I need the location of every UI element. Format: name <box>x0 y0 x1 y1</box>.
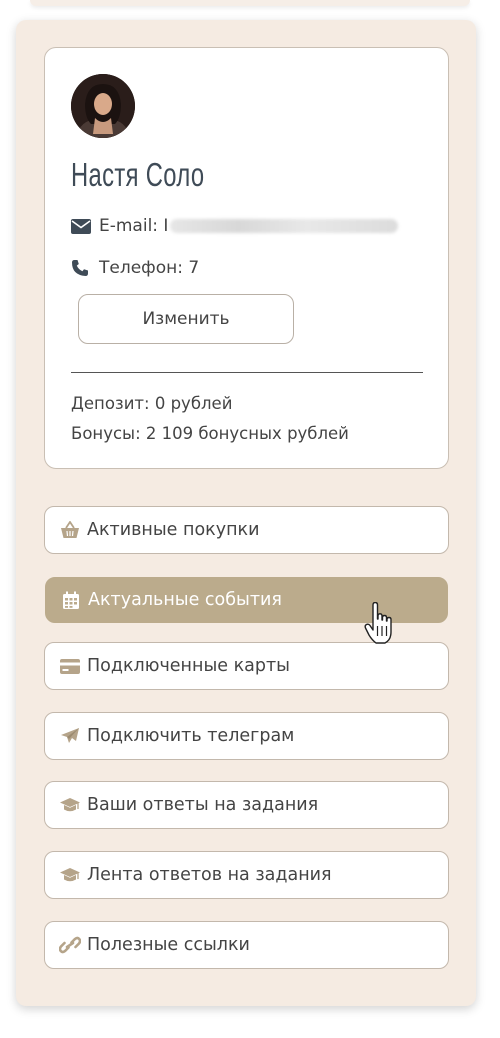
email-row: E-mail: I <box>71 216 399 236</box>
menu-item-your-answers[interactable]: Ваши ответы на задания <box>44 781 449 829</box>
phone-icon <box>71 259 93 277</box>
link-icon <box>59 935 81 955</box>
calendar-icon <box>60 590 82 610</box>
graduation-cap-icon <box>59 865 81 885</box>
email-label: E-mail: I <box>99 216 169 236</box>
graduation-cap-icon <box>59 795 81 815</box>
divider <box>71 372 423 373</box>
menu-item-label: Активные покупки <box>87 520 260 540</box>
menu-item-label: Подключить телеграм <box>87 726 295 746</box>
menu-item-answers-feed[interactable]: Лента ответов на задания <box>44 851 449 899</box>
hand-pointer-cursor <box>364 601 394 646</box>
envelope-icon <box>71 217 93 235</box>
email-value-blurred <box>170 219 399 233</box>
deposit-text: Депозит: 0 рублей <box>71 394 233 413</box>
menu-item-label: Полезные ссылки <box>87 935 250 955</box>
menu-item-connect-telegram[interactable]: Подключить телеграм <box>44 712 449 760</box>
menu-item-label: Ваши ответы на задания <box>87 795 319 815</box>
menu-item-label: Актуальные события <box>88 590 282 610</box>
credit-card-icon <box>59 656 81 676</box>
edit-profile-button[interactable]: Изменить <box>78 294 294 344</box>
top-strip <box>30 0 470 6</box>
profile-name: Настя Соло <box>71 156 205 193</box>
phone-row: Телефон: 7 <box>71 258 199 278</box>
menu-item-useful-links[interactable]: Полезные ссылки <box>44 921 449 969</box>
menu-item-label: Подключенные карты <box>87 656 291 676</box>
menu-item-linked-cards[interactable]: Подключенные карты <box>44 642 449 690</box>
menu-item-active-purchases[interactable]: Активные покупки <box>44 506 449 554</box>
profile-card: Настя Соло E-mail: I Телефон: 7 Изменить… <box>44 47 449 469</box>
paper-plane-icon <box>59 726 81 746</box>
menu-item-label: Лента ответов на задания <box>87 865 332 885</box>
avatar <box>71 74 135 138</box>
phone-label: Телефон: 7 <box>99 258 200 278</box>
basket-icon <box>59 520 81 540</box>
bonuses-text: Бонусы: 2 109 бонусных рублей <box>71 424 349 443</box>
